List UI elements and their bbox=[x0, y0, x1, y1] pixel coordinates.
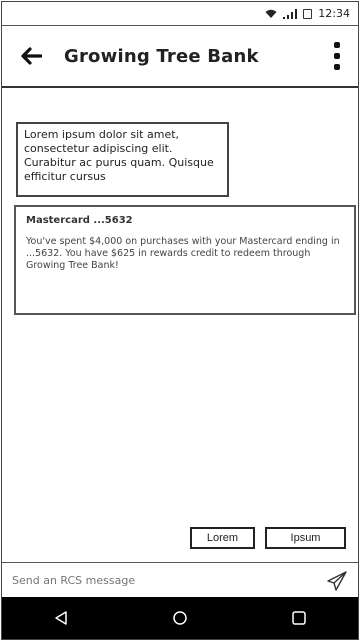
suggestion-chip-lorem[interactable]: Lorem bbox=[190, 527, 255, 549]
back-arrow-icon[interactable] bbox=[8, 33, 54, 79]
battery-icon bbox=[303, 8, 313, 19]
wifi-icon bbox=[265, 9, 277, 19]
phone-screen: 12:34 Growing Tree Bank Lorem ipsum dolo… bbox=[1, 1, 359, 640]
compose-bar bbox=[2, 562, 358, 598]
status-bar: 12:34 bbox=[2, 2, 358, 26]
card-body: You've spent $4,000 on purchases with yo… bbox=[26, 236, 340, 271]
card-title: Mastercard ...5632 bbox=[26, 215, 133, 226]
more-vert-icon[interactable] bbox=[332, 42, 342, 70]
nav-home-icon[interactable] bbox=[160, 602, 200, 634]
app-bar: Growing Tree Bank bbox=[2, 26, 358, 88]
rich-card[interactable]: Mastercard ...5632 You've spent $4,000 o… bbox=[14, 205, 356, 315]
nav-back-icon[interactable] bbox=[41, 602, 81, 634]
nav-recents-icon[interactable] bbox=[279, 602, 319, 634]
signal-icon bbox=[283, 8, 298, 19]
status-time: 12:34 bbox=[318, 7, 350, 20]
page-title: Growing Tree Bank bbox=[64, 45, 259, 67]
message-bubble: Lorem ipsum dolor sit amet, consectetur … bbox=[16, 122, 229, 197]
message-input[interactable] bbox=[10, 573, 324, 588]
suggestion-chip-ipsum[interactable]: Ipsum bbox=[265, 527, 346, 549]
system-nav-bar bbox=[2, 597, 358, 639]
send-icon[interactable] bbox=[324, 568, 350, 594]
suggestion-chips: Lorem Ipsum bbox=[190, 527, 346, 549]
